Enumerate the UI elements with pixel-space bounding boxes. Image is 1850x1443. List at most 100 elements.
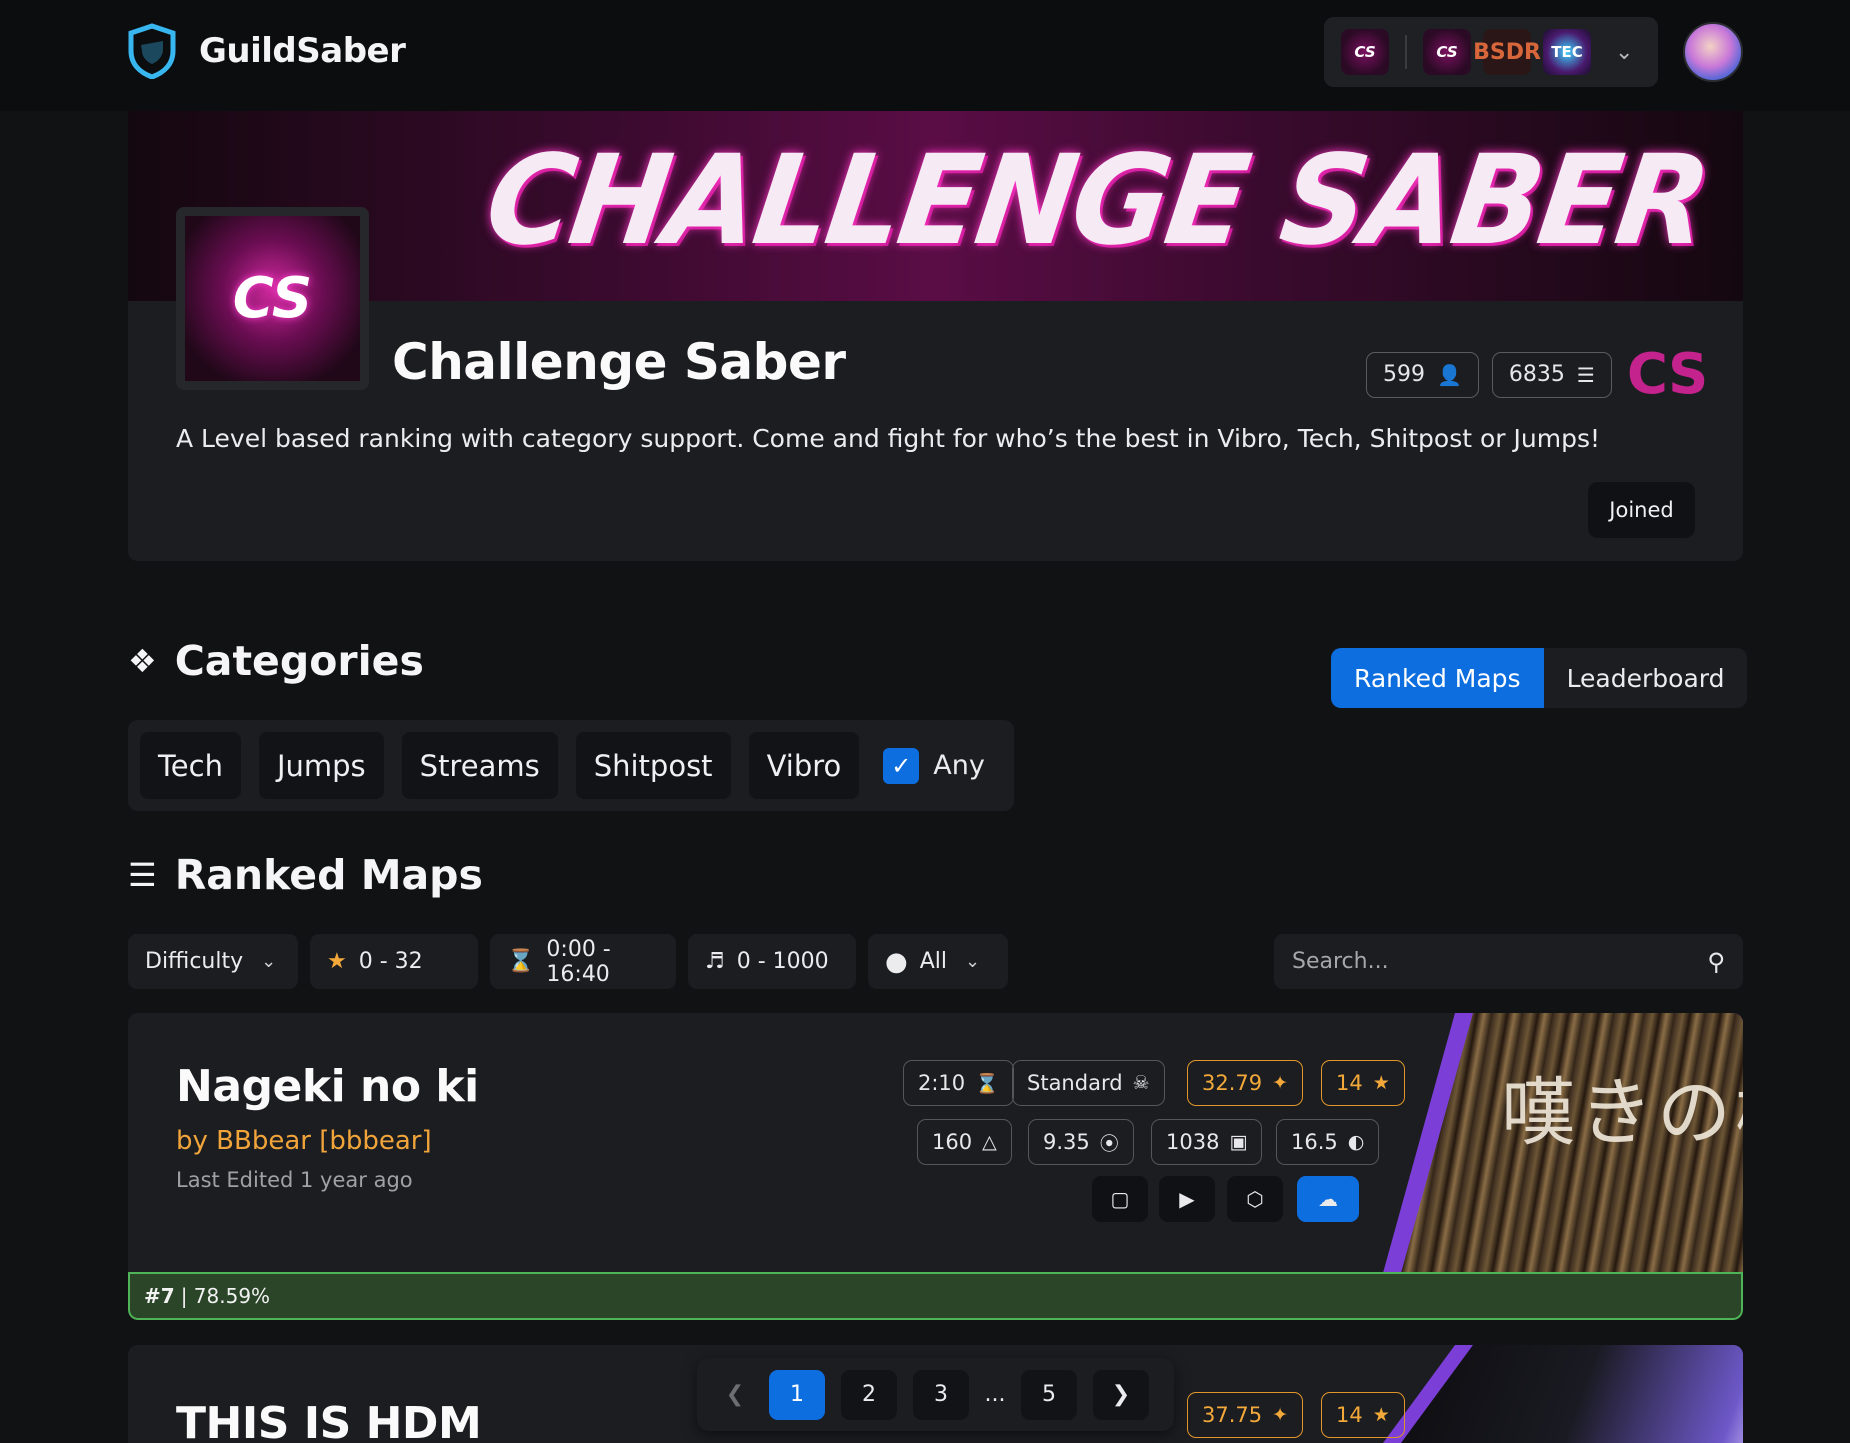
search-input[interactable]: [1292, 949, 1708, 974]
pagination-ellipsis: ...: [984, 1382, 1006, 1407]
sparkles-icon: ✦: [1272, 1072, 1289, 1094]
njs-chip: 9.35 ⦿: [1028, 1119, 1134, 1165]
page-3-button[interactable]: 3: [913, 1369, 969, 1420]
difficulty-value: Standard: [1027, 1071, 1123, 1095]
bpm-range-filter[interactable]: ♬ 0 - 1000: [688, 934, 856, 989]
cube-icon: ⬡: [1246, 1187, 1264, 1211]
guild-logo: CS: [176, 207, 369, 390]
map-title[interactable]: THIS IS HDM: [176, 1398, 482, 1443]
chevron-down-icon: ⌄: [964, 951, 981, 972]
difficulty-chip: Standard ☠: [1012, 1060, 1165, 1106]
player-score-bar: #7 | 78.59%: [128, 1272, 1743, 1320]
status-dropdown[interactable]: ● All ⌄: [868, 934, 1008, 989]
chevron-down-icon: ⌄: [261, 951, 277, 972]
guild-switcher[interactable]: CS CS BSDR TEC ⌄: [1324, 17, 1658, 87]
circle-icon: ●: [885, 946, 908, 977]
tab-ranked-maps[interactable]: Ranked Maps: [1331, 648, 1544, 708]
guildsaber-shield-icon: [128, 23, 176, 79]
member-count: 599: [1383, 362, 1425, 387]
stars-range: 0 - 32: [358, 949, 423, 974]
3d-preview-button[interactable]: ⬡: [1227, 1176, 1283, 1222]
duration-range-filter[interactable]: ⌛ 0:00 - 16:40: [490, 934, 676, 989]
status-label: All: [919, 949, 947, 974]
guild-switcher-divider: [1405, 35, 1407, 69]
skull-icon: ☠: [1132, 1072, 1150, 1094]
guild-icon-tec[interactable]: TEC: [1543, 29, 1591, 75]
joined-button[interactable]: Joined: [1588, 482, 1695, 538]
map-count: 6835: [1508, 362, 1565, 387]
category-tech[interactable]: Tech: [140, 732, 241, 799]
cover-text: 嘆きの樹: [1501, 1070, 1743, 1156]
guild-icon-current[interactable]: CS: [1341, 29, 1389, 75]
user-avatar[interactable]: [1683, 22, 1743, 82]
nps-chip: 16.5 ◐: [1276, 1119, 1380, 1165]
map-count-badge: 6835 ☰: [1491, 351, 1612, 398]
star-icon: ★: [327, 949, 347, 974]
category-any-toggle[interactable]: ✓ Any: [883, 747, 985, 784]
njs-icon: ⦿: [1099, 1132, 1119, 1155]
star-icon: ★: [1372, 1072, 1390, 1094]
duration-range: 0:00 - 16:40: [546, 936, 611, 987]
cubes-icon: ❖: [128, 642, 157, 680]
map-mapper[interactable]: by BBbear [bbbear]: [176, 1126, 432, 1156]
brand-name: GuildSaber: [199, 31, 406, 71]
next-page-button[interactable]: ❯: [1093, 1369, 1149, 1420]
star-icon: ★: [1372, 1404, 1390, 1426]
guild-banner: CHALLENGE SABER: [128, 111, 1743, 301]
ranked-maps-heading: ☰ Ranked Maps: [128, 851, 483, 899]
metronome-icon: △: [982, 1131, 997, 1153]
map-cover-art: 嘆きの樹: [1383, 1013, 1743, 1273]
search-icon[interactable]: ⚲: [1707, 948, 1725, 976]
guild-card: CHALLENGE SABER CS Challenge Saber 599 👤…: [128, 111, 1743, 561]
category-filter-bar: Tech Jumps Streams Shitpost Vibro ✓ Any: [128, 720, 1014, 811]
nps-value: 16.5: [1291, 1130, 1338, 1154]
guild-icon-bsdr[interactable]: BSDR: [1473, 29, 1541, 75]
difficulty-label: Difficulty: [145, 949, 244, 974]
home-link[interactable]: GuildSaber: [127, 23, 406, 79]
prev-page-button[interactable]: ❮: [717, 1370, 753, 1420]
twitch-icon: ▢: [1110, 1187, 1130, 1211]
banner-title: CHALLENGE SABER: [477, 127, 1716, 273]
category-jumps[interactable]: Jumps: [258, 732, 384, 799]
level-value: 14: [1336, 1403, 1363, 1427]
page-1-button[interactable]: 1: [769, 1369, 825, 1420]
map-title[interactable]: Nageki no ki: [176, 1061, 479, 1112]
download-button[interactable]: ☁: [1297, 1176, 1359, 1222]
drum-icon: ♬: [705, 949, 725, 974]
category-shitpost[interactable]: Shitpost: [575, 732, 731, 799]
duration-chip: 2:10 ⌛: [903, 1060, 1014, 1106]
guild-stats: 599 👤 6835 ☰ CS: [1366, 342, 1708, 407]
notes-value: 1038: [1166, 1130, 1220, 1154]
category-vibro[interactable]: Vibro: [748, 732, 860, 799]
stars-range-filter[interactable]: ★ 0 - 32: [310, 934, 478, 989]
notes-chip: 1038 ▣: [1151, 1119, 1263, 1165]
star-value-chip: 37.75 ✦: [1187, 1392, 1304, 1438]
level-value: 14: [1336, 1071, 1363, 1095]
difficulty-dropdown[interactable]: Difficulty ⌄: [128, 934, 298, 989]
map-card[interactable]: 嘆きの樹 Nageki no ki by BBbear [bbbear] Las…: [128, 1013, 1743, 1320]
map-search[interactable]: ⚲: [1274, 934, 1743, 989]
categories-heading: ❖ Categories: [128, 637, 424, 685]
view-tabs: Ranked Maps Leaderboard: [1331, 648, 1748, 708]
gauge-icon: ◐: [1347, 1131, 1365, 1153]
category-streams[interactable]: Streams: [401, 732, 558, 799]
njs-value: 9.35: [1043, 1130, 1090, 1154]
chevron-down-icon[interactable]: ⌄: [1615, 40, 1633, 65]
tab-leaderboard[interactable]: Leaderboard: [1544, 648, 1748, 708]
user-icon: 👤: [1437, 362, 1462, 387]
twitch-button[interactable]: ▢: [1092, 1176, 1148, 1222]
layers-icon: ☰: [128, 856, 157, 894]
page-5-button[interactable]: 5: [1021, 1369, 1077, 1420]
guild-logo-image: CS: [185, 216, 360, 381]
guild-tag: CS: [1626, 342, 1708, 407]
top-navbar: GuildSaber CS CS BSDR TEC ⌄: [0, 0, 1850, 111]
bpm-chip: 160 △: [917, 1119, 1012, 1165]
sparkles-icon: ✦: [1272, 1404, 1289, 1426]
pagination: ❮ 1 2 3 ... 5 ❯: [697, 1358, 1174, 1431]
star-value: 37.75: [1202, 1403, 1263, 1427]
page-2-button[interactable]: 2: [841, 1369, 897, 1420]
categories-title: Categories: [174, 637, 424, 685]
guild-icon-challenge-saber[interactable]: CS: [1423, 29, 1471, 75]
any-checkbox[interactable]: ✓: [883, 747, 920, 784]
preview-button[interactable]: ▶: [1159, 1176, 1215, 1222]
